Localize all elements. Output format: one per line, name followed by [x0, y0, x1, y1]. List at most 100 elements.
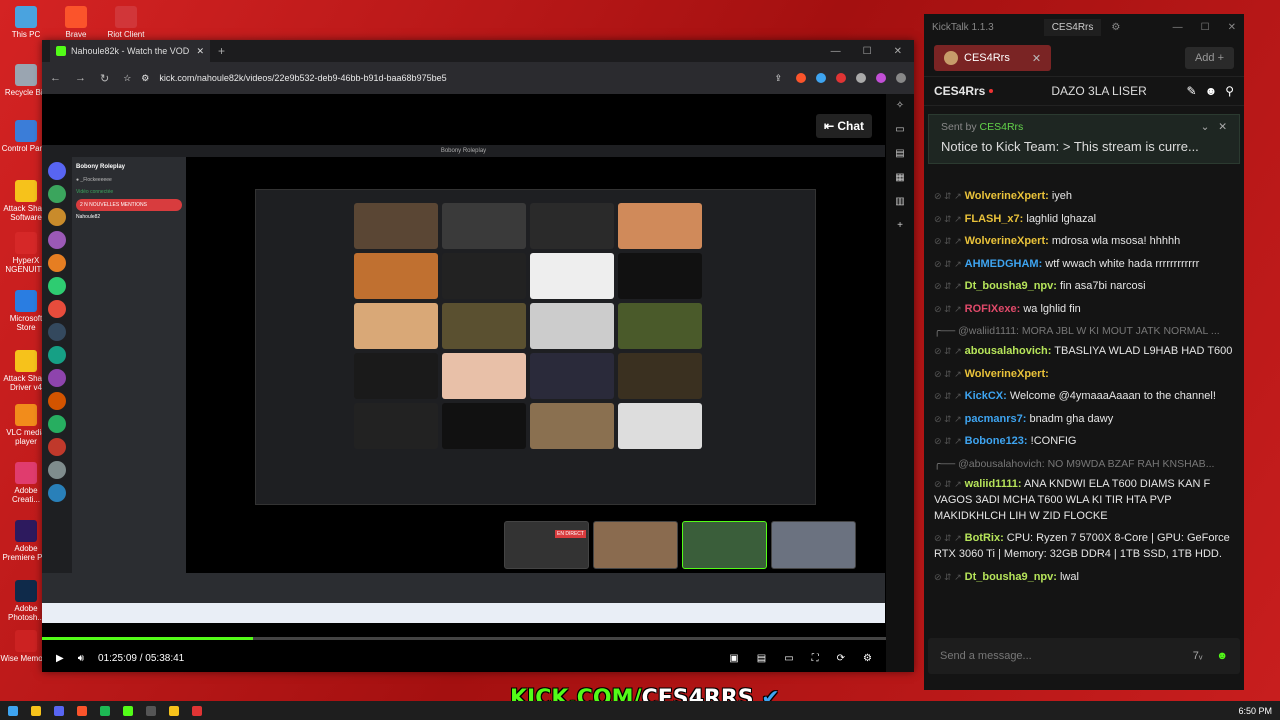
close-icon[interactable]: ✕ [196, 46, 204, 57]
stream-thumb[interactable]: EN DIRECT [504, 521, 589, 569]
mod-icon[interactable]: ⊘ ⇵ ↗ [934, 191, 962, 201]
extension-icon[interactable] [816, 73, 826, 83]
spotify-icon[interactable] [100, 705, 110, 716]
add-icon[interactable]: + [897, 220, 903, 231]
bookmark-icon[interactable]: ☆ [123, 73, 131, 84]
camera-tile[interactable] [354, 303, 438, 349]
camera-tile[interactable] [354, 253, 438, 299]
add-channel-button[interactable]: Add + [1184, 47, 1234, 69]
bookmarks-icon[interactable]: ▦ [895, 172, 904, 183]
video-player[interactable]: ⇤ Chat Bobony Roleplay Bobony Roleplay ●… [42, 94, 886, 672]
menu-icon[interactable] [896, 73, 906, 83]
chat-username[interactable]: WolverineXpert: [965, 190, 1049, 202]
camera-tile[interactable] [530, 403, 614, 449]
camera-tile[interactable] [354, 353, 438, 399]
chat-username[interactable]: WolverineXpert: [965, 368, 1049, 380]
mod-icon[interactable]: ⊘ ⇵ ↗ [934, 436, 962, 446]
new-tab-button[interactable]: + [218, 44, 225, 58]
obs-icon[interactable] [146, 705, 156, 716]
minimize-icon[interactable]: — [831, 46, 841, 57]
stream-thumb[interactable] [682, 521, 767, 569]
mod-icon[interactable]: ⊘ ⇵ ↗ [934, 236, 962, 246]
address-bar[interactable]: ☆ ⚙ kick.com/nahoule82k/videos/22e9b532-… [123, 67, 782, 89]
chat-username[interactable]: KickCX: [965, 390, 1007, 402]
reload-icon[interactable]: ↻ [100, 72, 109, 85]
account-button[interactable]: CES4Rrs [1043, 18, 1102, 36]
mod-icon[interactable]: ⊘ ⇵ ↗ [934, 391, 962, 401]
mod-icon[interactable]: ⊘ ⇵ ↗ [934, 346, 962, 356]
discord-icon[interactable] [54, 705, 64, 716]
maximize-icon[interactable]: ☐ [1201, 22, 1210, 33]
mod-icon[interactable]: ⊘ ⇵ ↗ [934, 414, 962, 424]
mod-icon[interactable]: ⊘ ⇵ ↗ [934, 479, 962, 489]
camera-tile[interactable] [530, 253, 614, 299]
chat-username[interactable]: Dt_bousha9_npv: [965, 280, 1057, 292]
back-icon[interactable]: ← [50, 72, 61, 84]
brave-shield-icon[interactable] [796, 73, 806, 83]
channel-chip[interactable]: CES4Rrs ✕ [934, 45, 1052, 71]
sidebar-icon[interactable]: ▭ [895, 124, 904, 135]
clip-icon[interactable]: ▤ [757, 653, 766, 664]
camera-tile[interactable] [618, 353, 702, 399]
camera-tile[interactable] [530, 353, 614, 399]
share-icon[interactable]: ⇪ [774, 73, 782, 84]
settings-icon[interactable]: ⚙ [863, 653, 872, 664]
chat-username[interactable]: FLASH_x7: [965, 213, 1024, 225]
chevron-down-icon[interactable]: ⌄ ✕ [1201, 121, 1227, 133]
app-icon[interactable] [169, 705, 179, 716]
message-input[interactable]: Send a message... 7ᵥ ☻ [928, 638, 1240, 674]
mod-icon[interactable]: ⊘ ⇵ ↗ [934, 304, 962, 314]
camera-tile[interactable] [354, 203, 438, 249]
theater-icon[interactable]: ▭ [784, 653, 793, 664]
desktop-icon[interactable]: Riot Client [100, 6, 152, 39]
close-window-icon[interactable]: ✕ [894, 46, 902, 57]
voice-member[interactable]: ● _Flockeeeeee [76, 174, 182, 187]
app-icon[interactable] [192, 705, 202, 716]
extension-icon[interactable] [836, 73, 846, 83]
close-icon[interactable]: ✕ [1032, 52, 1041, 65]
camera-tile[interactable] [442, 403, 526, 449]
camera-tile[interactable] [354, 403, 438, 449]
camera-tile[interactable] [442, 353, 526, 399]
extension-icon[interactable] [876, 73, 886, 83]
mod-icon[interactable]: ⊘ ⇵ ↗ [934, 572, 962, 582]
speed-icon[interactable]: ⟳ [837, 653, 845, 664]
desktop-icon[interactable]: Brave [50, 6, 102, 39]
volume-icon[interactable]: 🔊︎ [78, 653, 84, 664]
camera-tile[interactable] [618, 253, 702, 299]
stream-thumb[interactable] [771, 521, 856, 569]
chat-username[interactable]: Dt_bousha9_npv: [965, 571, 1057, 583]
user-icon[interactable]: ☻ [1205, 84, 1218, 98]
chat-username[interactable]: WolverineXpert: [965, 235, 1049, 247]
camera-tile[interactable] [530, 203, 614, 249]
pip-icon[interactable]: ▣ [729, 653, 738, 664]
chat-username[interactable]: waliid1111: [965, 478, 1022, 490]
camera-tile[interactable] [618, 303, 702, 349]
minimize-icon[interactable]: — [1173, 22, 1183, 33]
play-icon[interactable]: ▶ [56, 653, 64, 664]
mod-icon[interactable]: ⊘ ⇵ ↗ [934, 214, 962, 224]
progress-bar[interactable] [42, 637, 886, 640]
7tv-icon[interactable]: 7ᵥ [1193, 650, 1203, 662]
stream-thumb[interactable] [593, 521, 678, 569]
chat-username[interactable]: AHMEDGHAM: [965, 258, 1043, 270]
camera-tile[interactable] [442, 303, 526, 349]
fullscreen-icon[interactable]: ⛶ [812, 653, 819, 664]
kick-icon[interactable] [123, 705, 133, 716]
mod-icon[interactable]: ⊘ ⇵ ↗ [934, 533, 962, 543]
camera-tile[interactable] [618, 403, 702, 449]
tab-vod[interactable]: Nahoule82k - Watch the VOD ✕ [50, 40, 210, 62]
chat-username[interactable]: ROFIXexe: [965, 303, 1021, 315]
close-icon[interactable]: ✕ [1228, 22, 1236, 33]
chat-username[interactable]: BotRix: [965, 532, 1004, 544]
desktop-icon[interactable]: This PC [0, 6, 52, 39]
kick-emote-icon[interactable]: ☻ [1216, 650, 1228, 662]
puzzle-icon[interactable] [856, 73, 866, 83]
chat-username[interactable]: Bobone123: [965, 435, 1028, 447]
camera-tile[interactable] [618, 203, 702, 249]
camera-tile[interactable] [442, 203, 526, 249]
chat-toggle-button[interactable]: ⇤ Chat [815, 114, 872, 138]
pin-icon[interactable]: ⚲ [1225, 84, 1234, 98]
start-icon[interactable] [8, 705, 18, 716]
maximize-icon[interactable]: ☐ [863, 46, 872, 57]
